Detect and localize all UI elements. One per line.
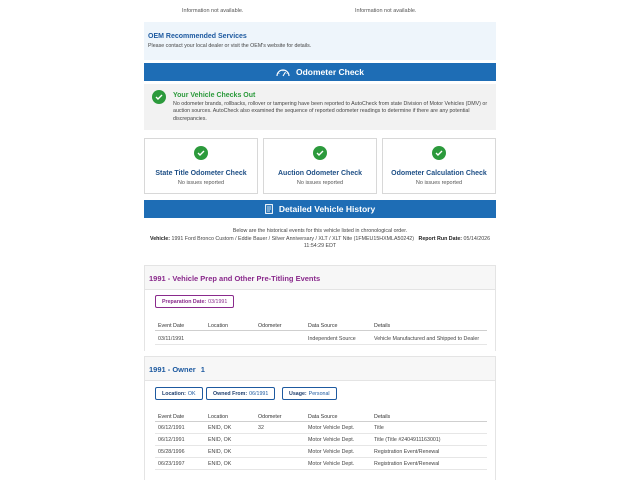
vehicle-value: 1991 Ford Bronco Custom / Eddie Bauer / … [171, 235, 415, 242]
table-header: Event Date Location Odometer Data Source… [155, 411, 487, 422]
table-row: 06/12/1991 ENID, OK 32 Motor Vehicle Dep… [155, 422, 487, 434]
section-title: 1991 - Vehicle Prep and Other Pre-Titlin… [149, 274, 321, 283]
table-row: 06/12/1991 ENID, OK Motor Vehicle Dept. … [155, 434, 487, 446]
table-row: 03/11/1991 Independent Source Vehicle Ma… [155, 331, 487, 345]
auction-odometer-card: Auction Odometer Check No issues reporte… [263, 138, 377, 194]
owner-number: 1 [200, 365, 205, 374]
owned-from-badge: Owned From: 06/1991 [206, 387, 276, 400]
vehicle-checks-out-text: No odometer brands, rollbacks, rollover … [173, 101, 488, 122]
vehicle-label: Vehicle: [150, 235, 171, 242]
card-title: State Title Odometer Check [155, 170, 247, 177]
report-run-date-label: Report Run Date: [418, 235, 463, 242]
checkmark-icon [152, 90, 166, 104]
card-status: No issues reported [415, 180, 463, 186]
card-title: Odometer Calculation Check [391, 170, 487, 177]
report-run-time: 11:54:29 EDT [303, 243, 337, 249]
report-run-date-value: 05/14/2026 [463, 235, 491, 242]
pre-titling-table: Event Date Location Odometer Data Source… [155, 320, 487, 345]
owner-history-table: Event Date Location Odometer Data Source… [155, 411, 487, 470]
state-title-odometer-card: State Title Odometer Check No issues rep… [144, 138, 258, 194]
info-unavailable-row: Information not available. Information n… [144, 6, 496, 16]
preparation-date-badge: Preparation Date: 03/1991 [155, 295, 235, 308]
checkmark-icon [432, 146, 446, 160]
odometer-check-header: Odometer Check [144, 63, 496, 81]
document-icon [264, 204, 273, 214]
oem-services-panel: OEM Recommended Services Please contact … [144, 22, 496, 60]
odometer-calculation-card: Odometer Calculation Check No issues rep… [382, 138, 496, 194]
card-status: No issues reported [177, 180, 225, 186]
detailed-history-header: Detailed Vehicle History [144, 200, 496, 218]
vehicle-checks-out-title: Your Vehicle Checks Out [173, 92, 256, 99]
owner-section: 1991 - Owner 1 Location: OK Owned From: 06… [144, 356, 496, 480]
table-row: 05/28/1996 ENID, OK Motor Vehicle Dept. … [155, 446, 487, 458]
table-row: 06/23/1997 ENID, OK Motor Vehicle Dept. … [155, 458, 487, 470]
card-title: Auction Odometer Check [277, 170, 362, 177]
checkmark-icon [313, 146, 327, 160]
location-badge: Location: OK [155, 387, 203, 400]
oem-services-title: OEM Recommended Services [148, 33, 247, 40]
vehicle-checks-out-panel: Your Vehicle Checks Out No odometer bran… [144, 84, 496, 130]
oem-services-text: Please contact your local dealer or visi… [148, 43, 312, 49]
history-intro: Below are the historical events for this… [144, 228, 496, 251]
section-title: 1991 - Owner 1 [149, 365, 205, 374]
usage-badge: Usage: Personal [282, 387, 337, 400]
info-unavailable-right: Information not available. [355, 8, 417, 14]
odometer-check-title: Odometer Check [295, 67, 365, 77]
odometer-icon [276, 68, 290, 77]
checkmark-icon [194, 146, 208, 160]
info-unavailable-left: Information not available. [182, 8, 244, 14]
pre-titling-section: 1991 - Vehicle Prep and Other Pre-Titlin… [144, 265, 496, 351]
table-header: Event Date Location Odometer Data Source… [155, 320, 487, 331]
card-status: No issues reported [296, 180, 344, 186]
history-intro-line: Below are the historical events for this… [232, 228, 408, 234]
detailed-history-title: Detailed Vehicle History [278, 204, 376, 214]
